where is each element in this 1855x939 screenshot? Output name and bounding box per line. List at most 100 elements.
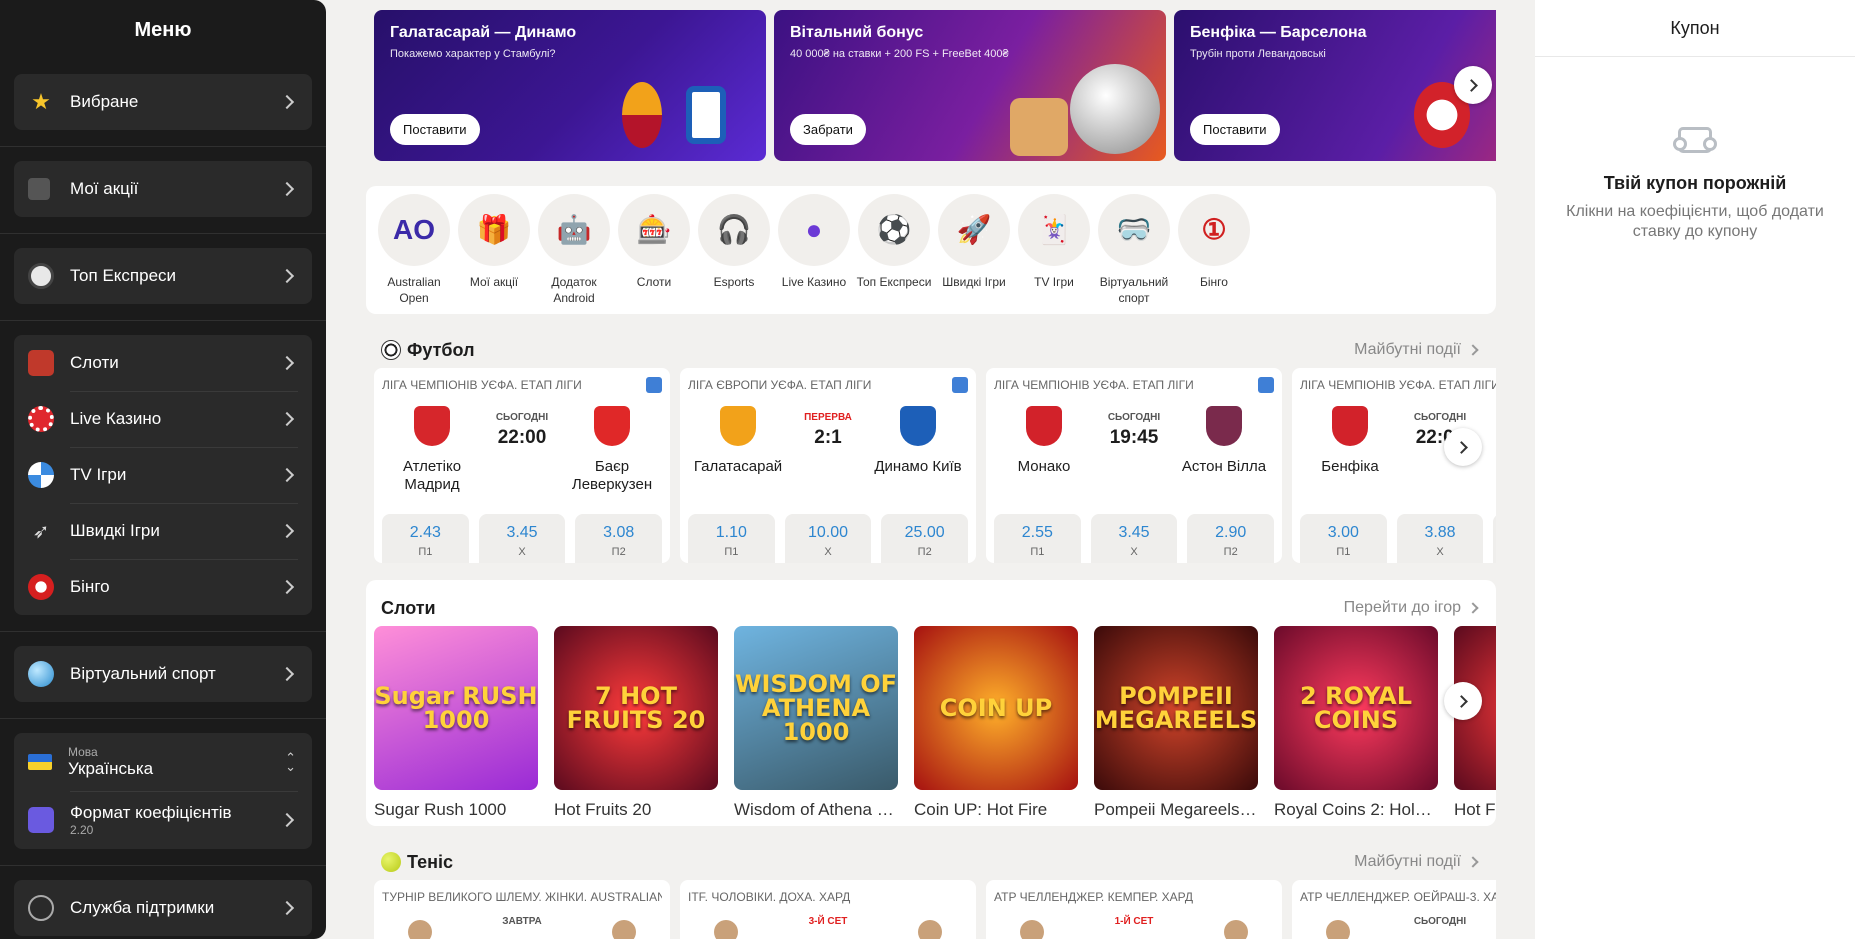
category-tile[interactable]: 🎧 Esports xyxy=(694,194,774,306)
league-name: ЛІГА ЧЕМПІОНІВ УЄФА. ЕТАП ЛІГИ xyxy=(1300,378,1496,392)
category-label: Esports xyxy=(713,275,755,289)
chevron-right-icon xyxy=(1454,440,1468,454)
slot-game-card[interactable]: POMPEII MEGAREELS Pompeii Megareels ... xyxy=(1094,626,1258,820)
banner-next-button[interactable] xyxy=(1454,66,1492,104)
odds-button[interactable]: 2.55 П1 xyxy=(994,514,1081,563)
slot-game-card[interactable]: Sugar RUSH 1000 Sugar Rush 1000 xyxy=(374,626,538,820)
promo-banner-carousel: Галатасарай — Динамо Покажемо характер у… xyxy=(374,10,1496,161)
odds-format-selector[interactable]: Формат коефіцієнтів 2.20 xyxy=(14,791,312,849)
slot-game-card[interactable]: 7 HOT FRUITS 20 Hot Fruits 20 xyxy=(554,626,718,820)
odds-button[interactable]: 25.00 П2 xyxy=(881,514,969,563)
odds-value: 2.43 xyxy=(409,524,441,541)
gift-icon xyxy=(28,178,50,200)
ukraine-flag-icon xyxy=(28,754,52,770)
rocket-icon: ➶ xyxy=(32,520,50,543)
banner-bet-button[interactable]: Поставити xyxy=(390,114,480,145)
away-crest-icon xyxy=(900,406,936,446)
sidebar-item-tv-games[interactable]: TV Ігри xyxy=(14,447,312,503)
upcoming-events-link[interactable]: Майбутні події xyxy=(1354,853,1481,871)
teams-row: Атлетіко Мадрид СЬОГОДНІ 22:00 Баєр Леверку… xyxy=(382,406,662,496)
home-crest-icon xyxy=(720,406,756,446)
section-title: Футбол xyxy=(381,340,1354,361)
category-label: Live Казино xyxy=(781,275,847,289)
sidebar-group-favorites: ★ Вибране xyxy=(14,74,312,130)
banner-claim-button[interactable]: Забрати xyxy=(790,114,866,145)
pin-icon[interactable] xyxy=(1258,377,1274,393)
player-avatar xyxy=(1224,920,1248,939)
odds-button[interactable]: 1.10 П1 xyxy=(688,514,775,563)
slot-game-card[interactable]: WISDOM OF ATHENA 1000 Wisdom of Athena 1.… xyxy=(734,626,898,820)
odds-value: 3.08 xyxy=(603,524,635,541)
match-status-label: СЬОГОДНІ xyxy=(495,412,549,423)
promo-banner[interactable]: Бенфіка — Барселона Трубін проти Левандо… xyxy=(1174,10,1496,161)
odds-button[interactable]: 3.00 П1 xyxy=(1300,514,1387,563)
odds-button[interactable]: 3.45 Х xyxy=(478,514,566,563)
pin-icon[interactable] xyxy=(646,377,662,393)
match-card[interactable]: ЛІГА ЄВРОПИ УЄФА. ЕТАП ЛІГИ Галатасарай ПЕ… xyxy=(680,368,976,563)
menu-title: Меню xyxy=(134,18,192,41)
tennis-match-card[interactable]: ATP ЧЕЛЛЕНДЖЕР. КЕМПЕР. ХАРД 1-Й СЕТ xyxy=(986,880,1282,939)
sidebar-item-label: Слоти xyxy=(70,353,119,372)
tennis-match-card[interactable]: ТУРНІР ВЕЛИКОГО ШЛЕМУ. ЖІНКИ. AUSTRALIAN… xyxy=(374,880,670,939)
banner-bet-button[interactable]: Поставити xyxy=(1190,114,1280,145)
category-label: Топ Експреси xyxy=(856,275,932,289)
slot-game-card[interactable]: FRHot Fr xyxy=(1454,626,1496,820)
category-icon: 🃏 xyxy=(1018,194,1090,266)
odds-button[interactable] xyxy=(1493,514,1496,563)
category-tile[interactable]: 🎁 Мої акції xyxy=(454,194,534,306)
sidebar-item-label: Віртуальний спорт xyxy=(70,664,216,683)
sidebar-item-bingo[interactable]: Бінго xyxy=(14,559,312,615)
odds-format-label: Формат коефіцієнтів xyxy=(70,803,232,822)
match-card[interactable]: ЛІГА ЧЕМПІОНІВ УЄФА. ЕТАП ЛІГИ Атлетіко М… xyxy=(374,368,670,563)
sidebar-item-quick-games[interactable]: ➶ Швидкі Ігри xyxy=(14,503,312,559)
chevron-right-icon xyxy=(279,467,295,483)
match-time: 19:45 xyxy=(1109,427,1159,448)
go-to-games-link[interactable]: Перейти до ігор xyxy=(1344,599,1481,617)
odds-button[interactable]: 2.43 П1 xyxy=(382,514,469,563)
slots-next-button[interactable] xyxy=(1444,682,1482,720)
odds-button[interactable]: 10.00 Х xyxy=(784,514,872,563)
sidebar-item-virtual-sport[interactable]: Віртуальний спорт xyxy=(14,646,312,702)
matches-next-button[interactable] xyxy=(1444,428,1482,466)
slot-game-thumbnail: Sugar RUSH 1000 xyxy=(374,626,538,790)
pin-icon[interactable] xyxy=(952,377,968,393)
sidebar-item-top-express[interactable]: Топ Експреси xyxy=(14,248,312,304)
sidebar-item-promos[interactable]: Мої акції xyxy=(14,161,312,217)
odds-value: 1.10 xyxy=(715,524,747,541)
category-tile[interactable]: AO Australian Open xyxy=(374,194,454,306)
odds-button[interactable]: 3.45 Х xyxy=(1090,514,1178,563)
odds-label: П2 xyxy=(1223,546,1238,558)
slot-game-card[interactable]: COIN UP Coin UP: Hot Fire xyxy=(914,626,1078,820)
sidebar-item-slots[interactable]: Слоти xyxy=(14,335,312,391)
odds-button[interactable]: 3.88 Х xyxy=(1396,514,1484,563)
odds-button[interactable]: 2.90 П2 xyxy=(1187,514,1275,563)
odds-value: 10.00 xyxy=(807,524,849,541)
chevron-right-icon xyxy=(1464,78,1478,92)
sidebar-item-live-casino[interactable]: Live Казино xyxy=(14,391,312,447)
language-selector[interactable]: Мова Українська ⌃ ⌄ xyxy=(14,733,312,791)
stopwatch-icon xyxy=(28,263,54,289)
sidebar-item-label: Мої акції xyxy=(70,179,139,198)
category-tile[interactable]: 🤖 Додаток Android xyxy=(534,194,614,306)
odds-label: П1 xyxy=(1336,546,1351,558)
upcoming-events-link[interactable]: Майбутні події xyxy=(1354,341,1481,359)
sidebar-item-support[interactable]: Служба підтримки xyxy=(14,880,312,936)
category-tile[interactable]: 🃏 TV Ігри xyxy=(1014,194,1094,306)
soccer-ball-icon xyxy=(381,340,401,360)
category-tile[interactable]: 🎰 Слоти xyxy=(614,194,694,306)
tennis-match-card[interactable]: ITF. ЧОЛОВІКИ. ДОХА. ХАРД 3-Й СЕТ xyxy=(680,880,976,939)
category-tile[interactable]: 🚀 Швидкі Ігри xyxy=(934,194,1014,306)
odds-button[interactable]: 3.08 П2 xyxy=(575,514,663,563)
sidebar-item-favorites[interactable]: ★ Вибране xyxy=(14,74,312,130)
category-tile[interactable]: ● Live Казино xyxy=(774,194,854,306)
category-tile[interactable]: ① Бінго xyxy=(1174,194,1254,306)
tennis-match-card[interactable]: ATP ЧЕЛЛЕНДЖЕР. ОЕЙРАШ-3. ХАРД СЬОГОДНІ xyxy=(1292,880,1496,939)
language-text: Мова Українська xyxy=(68,745,285,779)
football-section-header: Футбол Майбутні події xyxy=(381,336,1481,364)
match-card[interactable]: ЛІГА ЧЕМПІОНІВ УЄФА. ЕТАП ЛІГИ Монако СЬОГ… xyxy=(986,368,1282,563)
promo-banner[interactable]: Галатасарай — Динамо Покажемо характер у… xyxy=(374,10,766,161)
slot-game-card[interactable]: 2 ROYAL COINS Royal Coins 2: Hold a... xyxy=(1274,626,1438,820)
category-tile[interactable]: ⚽ Топ Експреси xyxy=(854,194,934,306)
promo-banner[interactable]: Вітальний бонус 40 000₴ на ставки + 200 … xyxy=(774,10,1166,161)
category-tile[interactable]: 🥽 Віртуальний спорт xyxy=(1094,194,1174,306)
